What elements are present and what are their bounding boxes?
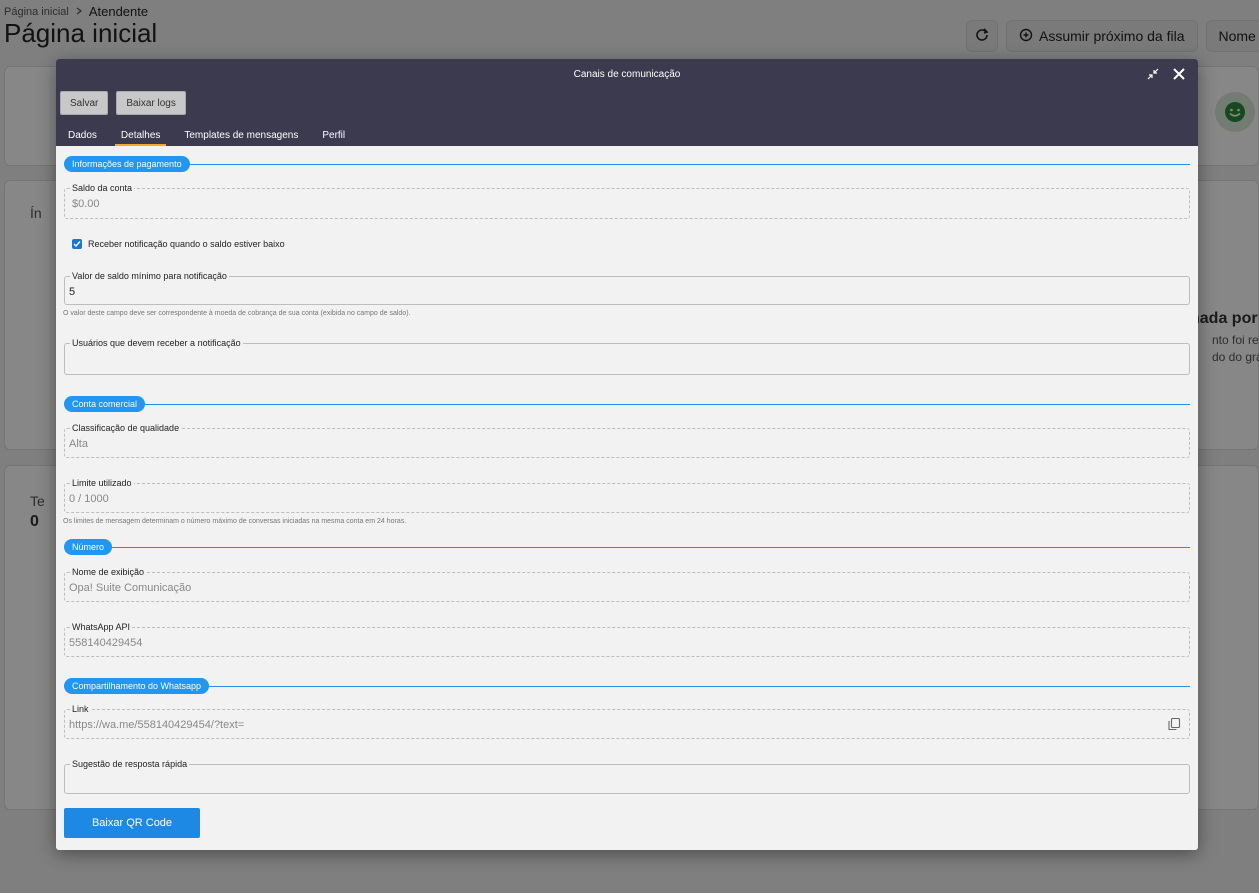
quick-reply-field[interactable]: Sugestão de resposta rápida [64, 758, 1190, 794]
limit-helper: Os limites de mensagem determinam o núme… [63, 518, 407, 525]
section-number: Número [64, 539, 1190, 555]
section-number-title: Número [64, 539, 113, 555]
modal-body: Informações de pagamento Saldo da conta … [56, 146, 1198, 850]
modal-tabs: Dados Detalhes Templates de mensagens Pe… [56, 124, 357, 146]
download-logs-button[interactable]: Baixar logs [116, 91, 186, 115]
min-balance-helper: O valor deste campo deve ser corresponde… [63, 310, 411, 317]
section-divider [64, 404, 1190, 405]
display-name-field: Nome de exibição Opa! Suite Comunicação [64, 566, 1190, 602]
section-payment: Informações de pagamento [64, 156, 1190, 172]
section-whatsapp-sharing: Compartilhamento do Whatsapp [64, 678, 1190, 694]
limit-label: Limite utilizado [70, 477, 134, 489]
whatsapp-api-field: WhatsApp API 558140429454 [64, 621, 1190, 657]
balance-field: Saldo da conta $0.00 [64, 182, 1190, 219]
min-balance-label: Valor de saldo mínimo para notificação [70, 270, 229, 282]
quick-reply-label: Sugestão de resposta rápida [70, 758, 190, 770]
link-value: https://wa.me/558140429454/?text= [69, 719, 245, 731]
whatsapp-api-label: WhatsApp API [70, 621, 133, 633]
whatsapp-api-value: 558140429454 [69, 637, 143, 649]
notify-users-field[interactable]: Usuários que devem receber a notificação [64, 337, 1190, 375]
section-business-account-title: Conta comercial [64, 396, 146, 412]
save-button[interactable]: Salvar [60, 91, 109, 115]
tab-dados[interactable]: Dados [56, 124, 109, 146]
modal-title: Canais de comunicação [573, 69, 681, 80]
notify-users-label: Usuários que devem receber a notificação [70, 337, 243, 349]
header-buttons: Salvar Baixar logs [60, 91, 186, 115]
balance-value: $0.00 [72, 198, 100, 210]
notify-checkbox-label: Receber notificação quando o saldo estiv… [88, 239, 285, 249]
min-balance-value[interactable]: 5 [69, 286, 75, 298]
section-divider [64, 547, 1190, 548]
copy-icon[interactable] [1167, 717, 1181, 731]
notify-checkbox[interactable] [72, 239, 82, 249]
check-icon [73, 241, 81, 248]
tab-perfil[interactable]: Perfil [310, 124, 357, 146]
tab-detalhes[interactable]: Detalhes [109, 124, 172, 146]
quality-field: Classificação de qualidade Alta [64, 422, 1190, 458]
tab-templates[interactable]: Templates de mensagens [172, 124, 310, 146]
link-label: Link [70, 703, 91, 715]
close-icon[interactable] [1170, 65, 1188, 83]
quality-value: Alta [69, 438, 88, 450]
header-icons [1144, 65, 1188, 83]
notify-checkbox-row[interactable]: Receber notificação quando o saldo estiv… [72, 239, 285, 249]
section-business-account: Conta comercial [64, 396, 1190, 412]
min-balance-field[interactable]: Valor de saldo mínimo para notificação 5 [64, 270, 1190, 305]
section-divider [64, 164, 1190, 165]
limit-value: 0 / 1000 [69, 493, 109, 505]
display-name-label: Nome de exibição [70, 566, 147, 578]
link-field: Link https://wa.me/558140429454/?text= [64, 703, 1190, 739]
section-payment-title: Informações de pagamento [64, 156, 190, 172]
display-name-value: Opa! Suite Comunicação [69, 582, 192, 594]
modal-header: Canais de comunicação Salvar Baixar logs… [56, 59, 1198, 146]
limit-field: Limite utilizado 0 / 1000 [64, 477, 1190, 513]
section-whatsapp-sharing-title: Compartilhamento do Whatsapp [64, 678, 210, 694]
balance-label: Saldo da conta [70, 182, 135, 194]
minimize-icon[interactable] [1144, 65, 1162, 83]
quality-label: Classificação de qualidade [70, 422, 182, 434]
communication-channels-modal: Canais de comunicação Salvar Baixar logs… [56, 59, 1198, 850]
section-divider [64, 686, 1190, 687]
download-qr-code-button[interactable]: Baixar QR Code [64, 808, 200, 838]
